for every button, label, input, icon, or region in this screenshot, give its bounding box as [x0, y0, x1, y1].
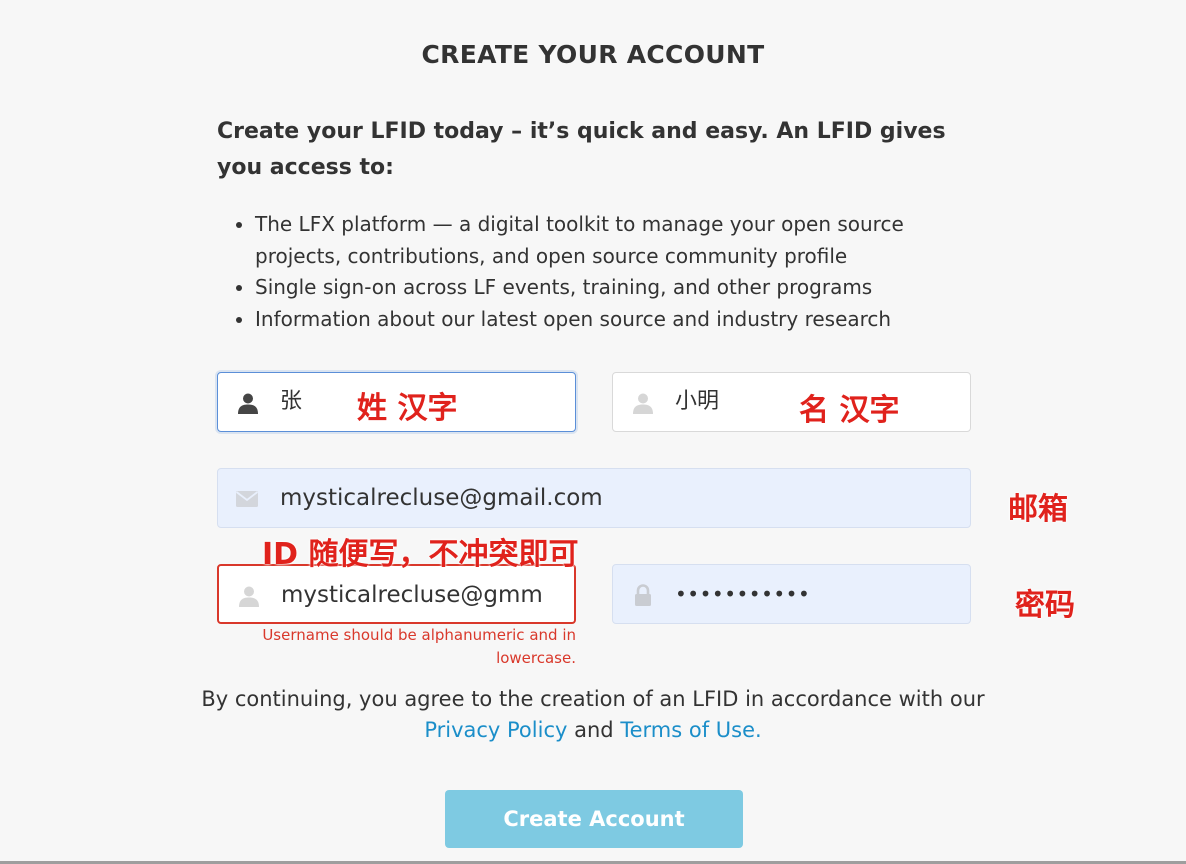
email-field[interactable]: mysticalrecluse@gmail.com — [217, 468, 971, 528]
user-icon — [238, 393, 258, 414]
username-error-message: Username should be alphanumeric and in l… — [262, 626, 576, 667]
annotation-given-name: 名 汉字 — [799, 393, 900, 428]
annotation-email: 邮箱 — [1008, 492, 1068, 527]
agreement-prefix: By continuing, you agree to the creation… — [201, 687, 985, 711]
last-name-field[interactable]: 小明 — [612, 372, 971, 432]
annotation-id: ID 随便写，不冲突即可 — [262, 537, 579, 572]
benefit-item: Information about our latest open source… — [255, 304, 975, 336]
annotation-surname: 姓 汉字 — [357, 391, 458, 426]
page-title: CREATE YOUR ACCOUNT — [421, 40, 765, 69]
terms-of-use-link[interactable]: Terms of Use. — [620, 718, 761, 742]
benefit-item: Single sign-on across LF events, trainin… — [255, 272, 975, 304]
create-account-button[interactable]: Create Account — [445, 790, 743, 848]
user-icon — [633, 393, 653, 414]
lock-icon — [635, 584, 651, 606]
intro-text: Create your LFID today – it’s quick and … — [217, 119, 946, 180]
signup-page: CREATE YOUR ACCOUNT Create your LFID tod… — [0, 0, 1186, 864]
password-field[interactable]: ••••••••••• — [612, 564, 971, 624]
username-field[interactable]: mysticalrecluse@gmm — [217, 564, 576, 624]
email-value: mysticalrecluse@gmail.com — [280, 485, 603, 511]
username-value: mysticalrecluse@gmm — [281, 582, 543, 608]
first-name-value: 张 — [280, 389, 303, 414]
envelope-icon — [235, 491, 259, 507]
benefit-item: The LFX platform — a digital toolkit to … — [255, 209, 975, 272]
privacy-policy-link[interactable]: Privacy Policy — [424, 718, 567, 742]
user-icon — [239, 586, 259, 607]
agreement-and: and — [574, 718, 614, 742]
agreement-text: By continuing, you agree to the creation… — [0, 684, 1186, 746]
password-value: ••••••••••• — [675, 582, 811, 606]
benefits-list: The LFX platform — a digital toolkit to … — [217, 209, 975, 335]
last-name-value: 小明 — [675, 389, 720, 414]
annotation-password: 密码 — [1015, 588, 1075, 623]
